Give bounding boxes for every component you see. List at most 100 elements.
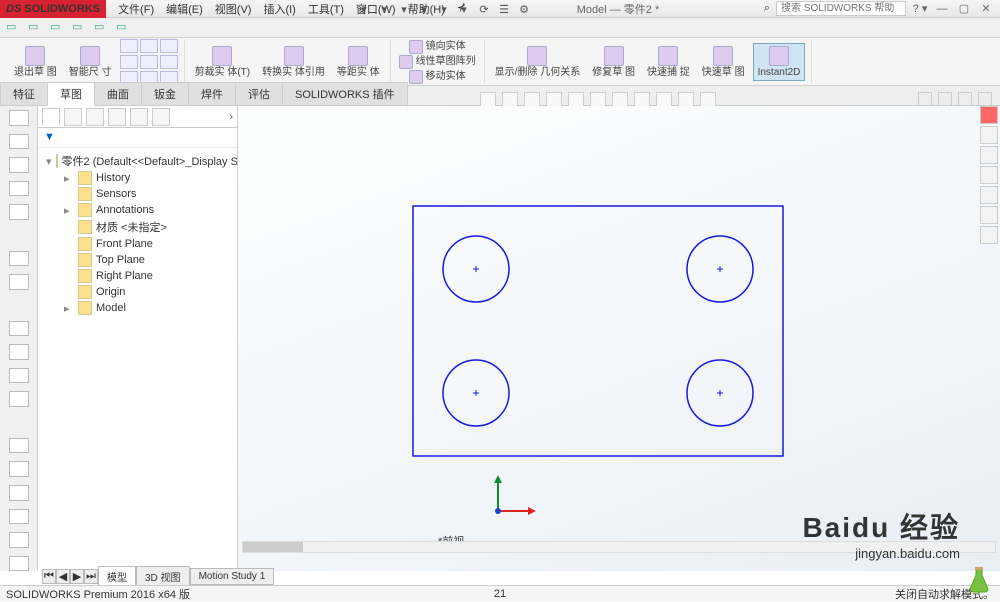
tree-root[interactable]: ▾零件2 (Default<<Default>_Display Sta	[42, 152, 233, 170]
btab-model[interactable]: 模型	[98, 566, 136, 587]
lt-16[interactable]	[9, 532, 29, 548]
tree-origin[interactable]: Origin	[60, 284, 233, 300]
new-doc-icon[interactable]: ▾	[356, 1, 372, 17]
lt-17[interactable]	[9, 556, 29, 572]
lt-10[interactable]	[9, 368, 29, 384]
lt-3[interactable]	[9, 157, 29, 173]
tab-evaluate[interactable]: 评估	[235, 82, 283, 105]
taskpane-appearances-icon[interactable]	[980, 206, 998, 224]
btab-nav-first[interactable]: ⏮	[42, 569, 56, 584]
fmgr-tab-tree[interactable]	[42, 108, 60, 126]
rebuild-icon[interactable]: ⟳	[476, 1, 492, 17]
exit-sketch-button[interactable]: 退出草 图	[10, 44, 61, 80]
doc-close-icon[interactable]	[978, 92, 992, 106]
tree-annotations[interactable]: ▸Annotations	[60, 202, 233, 218]
tool-6[interactable]: ▭	[116, 20, 132, 36]
select-icon[interactable]: ▾	[456, 1, 472, 17]
tab-sheetmetal[interactable]: 钣金	[141, 82, 189, 105]
tool-1[interactable]: ▭	[6, 20, 22, 36]
fmgr-tab-appear[interactable]	[152, 108, 170, 126]
tool-5[interactable]: ▭	[94, 20, 110, 36]
lt-2[interactable]	[9, 134, 29, 150]
linear-pattern-button[interactable]: 线性草图阵列	[397, 55, 478, 69]
taskpane-file-explorer-icon[interactable]	[980, 166, 998, 184]
taskpane-design-lib-icon[interactable]	[980, 146, 998, 164]
lt-6[interactable]	[9, 251, 29, 267]
taskpane-close-icon[interactable]	[980, 106, 998, 124]
help-dropdown-icon[interactable]: ? ▾	[912, 2, 928, 15]
circle-tool[interactable]	[160, 39, 178, 53]
funnel-icon[interactable]: ▼	[44, 131, 58, 145]
fmgr-tab-config[interactable]	[86, 108, 104, 126]
lt-15[interactable]	[9, 509, 29, 525]
menu-view[interactable]: 视图(V)	[209, 0, 258, 19]
lt-14[interactable]	[9, 485, 29, 501]
lt-8[interactable]	[9, 321, 29, 337]
settings-icon[interactable]: ⚙	[516, 1, 532, 17]
quick-snap-button[interactable]: 快速捕 捉	[643, 44, 694, 80]
btab-nav-last[interactable]: ⏭	[84, 569, 98, 584]
repair-sketch-button[interactable]: 修复草 图	[588, 44, 639, 80]
menu-insert[interactable]: 插入(I)	[257, 0, 301, 19]
doc-max-icon[interactable]	[958, 92, 972, 106]
graphics-viewport[interactable]: *前视	[238, 106, 1000, 571]
maximize-icon[interactable]: ▢	[956, 2, 972, 15]
lt-11[interactable]	[9, 391, 29, 407]
taskpane-custom-props-icon[interactable]	[980, 226, 998, 244]
line-tool[interactable]	[120, 39, 138, 53]
fmgr-expand-icon[interactable]: ›	[229, 111, 233, 123]
lt-1[interactable]	[9, 110, 29, 126]
lt-12[interactable]	[9, 438, 29, 454]
tree-sensors[interactable]: Sensors	[60, 186, 233, 202]
tab-sketch[interactable]: 草图	[47, 82, 95, 106]
close-icon[interactable]: ✕	[978, 2, 994, 15]
tab-surfaces[interactable]: 曲面	[94, 82, 142, 105]
move-button[interactable]: 移动实体	[397, 70, 478, 84]
btab-nav-prev[interactable]: ◀	[56, 569, 70, 584]
arc-tool[interactable]	[120, 55, 138, 69]
rapid-sketch-button[interactable]: 快速草 图	[698, 44, 749, 80]
instant2d-button[interactable]: Instant2D	[753, 43, 806, 81]
search-magnifier-icon[interactable]: ⌕	[764, 2, 770, 15]
smart-dimension-button[interactable]: 智能尺 寸	[65, 44, 116, 80]
fmgr-tab-dim[interactable]	[108, 108, 126, 126]
taskpane-view-palette-icon[interactable]	[980, 186, 998, 204]
tree-front-plane[interactable]: Front Plane	[60, 236, 233, 252]
help-search-input[interactable]	[776, 1, 906, 16]
offset-button[interactable]: 等距实 体	[333, 44, 384, 80]
menu-file[interactable]: 文件(F)	[112, 0, 160, 19]
trim-button[interactable]: 剪裁实 体(T)	[191, 44, 255, 80]
lt-9[interactable]	[9, 344, 29, 360]
tree-top-plane[interactable]: Top Plane	[60, 252, 233, 268]
tool-4[interactable]: ▭	[72, 20, 88, 36]
menu-tools[interactable]: 工具(T)	[302, 0, 350, 19]
options-icon[interactable]: ☰	[496, 1, 512, 17]
tree-model[interactable]: ▸Model	[60, 300, 233, 316]
rect-tool[interactable]	[140, 39, 158, 53]
convert-button[interactable]: 转换实 体引用	[258, 44, 329, 80]
tab-addins[interactable]: SOLIDWORKS 插件	[282, 82, 408, 105]
lt-13[interactable]	[9, 461, 29, 477]
btab-nav-next[interactable]: ▶	[70, 569, 84, 584]
tree-history[interactable]: ▸History	[60, 170, 233, 186]
tab-weldments[interactable]: 焊件	[188, 82, 236, 105]
open-doc-icon[interactable]: ▾	[376, 1, 392, 17]
tab-features[interactable]: 特征	[0, 82, 48, 105]
fmgr-tab-display[interactable]	[130, 108, 148, 126]
fmgr-tab-prop[interactable]	[64, 108, 82, 126]
minimize-icon[interactable]: —	[934, 3, 950, 15]
ellipse-tool[interactable]	[160, 55, 178, 69]
btab-motion[interactable]: Motion Study 1	[190, 568, 275, 585]
lt-5[interactable]	[9, 204, 29, 220]
mirror-button[interactable]: 镜向实体	[397, 40, 478, 54]
spline-tool[interactable]	[140, 55, 158, 69]
menu-edit[interactable]: 编辑(E)	[160, 0, 209, 19]
taskpane-resources-icon[interactable]	[980, 126, 998, 144]
lt-7[interactable]	[9, 274, 29, 290]
undo-icon[interactable]: ▾	[436, 1, 452, 17]
lt-4[interactable]	[9, 181, 29, 197]
save-icon[interactable]: ▾	[396, 1, 412, 17]
relations-button[interactable]: 显示/删除 几何关系	[491, 44, 585, 80]
cursor-icon[interactable]: ▭	[28, 20, 44, 36]
tree-material[interactable]: 材质 <未指定>	[60, 218, 233, 236]
